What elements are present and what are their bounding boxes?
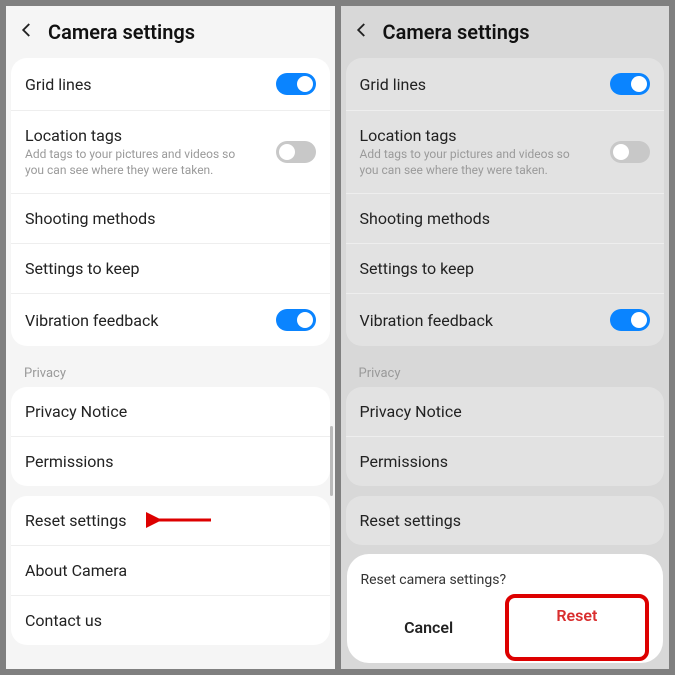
privacy-section-header: Privacy [6, 356, 335, 387]
scrollbar[interactable] [330, 426, 333, 496]
reset-dialog: Reset camera settings? Cancel Reset [347, 554, 664, 663]
cancel-button[interactable]: Cancel [361, 606, 497, 649]
privacy-section-header: Privacy [341, 356, 670, 387]
row-label: Permissions [360, 452, 651, 471]
location-tags-row[interactable]: Location tags Add tags to your pictures … [11, 111, 330, 194]
permissions-row[interactable]: Permissions [11, 437, 330, 486]
row-label: Grid lines [25, 75, 276, 94]
location-tags-row[interactable]: Location tags Add tags to your pictures … [346, 111, 665, 194]
grid-lines-toggle[interactable] [610, 73, 650, 95]
about-camera-row[interactable]: About Camera [11, 546, 330, 596]
privacy-notice-row[interactable]: Privacy Notice [11, 387, 330, 437]
settings-card: Grid lines Location tags Add tags to you… [346, 58, 665, 346]
privacy-card: Privacy Notice Permissions [11, 387, 330, 486]
settings-to-keep-row[interactable]: Settings to keep [346, 244, 665, 294]
vibration-feedback-row[interactable]: Vibration feedback [11, 294, 330, 346]
permissions-row[interactable]: Permissions [346, 437, 665, 486]
row-label: Settings to keep [25, 259, 316, 278]
row-label: Reset settings [25, 511, 316, 530]
row-label: Permissions [25, 452, 316, 471]
page-title: Camera settings [383, 20, 530, 44]
row-label: Settings to keep [360, 259, 651, 278]
privacy-notice-row[interactable]: Privacy Notice [346, 387, 665, 437]
reset-button[interactable]: Reset [505, 594, 649, 661]
row-label: Location tags [360, 126, 611, 145]
row-label: Reset settings [360, 511, 651, 530]
grid-lines-toggle[interactable] [276, 73, 316, 95]
row-label: Contact us [25, 611, 316, 630]
vibration-feedback-row[interactable]: Vibration feedback [346, 294, 665, 346]
grid-lines-row[interactable]: Grid lines [11, 58, 330, 111]
row-label: Grid lines [360, 75, 611, 94]
row-label: Shooting methods [25, 209, 316, 228]
header: Camera settings [341, 6, 670, 58]
location-tags-toggle[interactable] [610, 141, 650, 163]
screen-left: Camera settings Grid lines Location tags… [6, 6, 335, 669]
row-label: Vibration feedback [360, 311, 611, 330]
more-card: Reset settings About Camera Contact us [11, 496, 330, 645]
shooting-methods-row[interactable]: Shooting methods [346, 194, 665, 244]
row-label: Privacy Notice [360, 402, 651, 421]
contact-us-row[interactable]: Contact us [11, 596, 330, 645]
location-tags-toggle[interactable] [276, 141, 316, 163]
grid-lines-row[interactable]: Grid lines [346, 58, 665, 111]
row-label: Privacy Notice [25, 402, 316, 421]
row-label: About Camera [25, 561, 316, 580]
header: Camera settings [6, 6, 335, 58]
dialog-title: Reset camera settings? [361, 572, 650, 588]
row-label: Shooting methods [360, 209, 651, 228]
screen-right: Camera settings Grid lines Location tags… [341, 6, 670, 669]
more-card: Reset settings [346, 496, 665, 545]
privacy-card: Privacy Notice Permissions [346, 387, 665, 486]
back-icon[interactable] [353, 21, 371, 43]
vibration-feedback-toggle[interactable] [276, 309, 316, 331]
row-subtitle: Add tags to your pictures and videos so … [360, 147, 580, 178]
row-subtitle: Add tags to your pictures and videos so … [25, 147, 245, 178]
shooting-methods-row[interactable]: Shooting methods [11, 194, 330, 244]
settings-card: Grid lines Location tags Add tags to you… [11, 58, 330, 346]
back-icon[interactable] [18, 21, 36, 43]
settings-to-keep-row[interactable]: Settings to keep [11, 244, 330, 294]
dialog-actions: Cancel Reset [361, 606, 650, 649]
row-label: Location tags [25, 126, 276, 145]
row-label: Vibration feedback [25, 311, 276, 330]
reset-settings-row[interactable]: Reset settings [11, 496, 330, 546]
reset-settings-row[interactable]: Reset settings [346, 496, 665, 545]
vibration-feedback-toggle[interactable] [610, 309, 650, 331]
page-title: Camera settings [48, 20, 195, 44]
